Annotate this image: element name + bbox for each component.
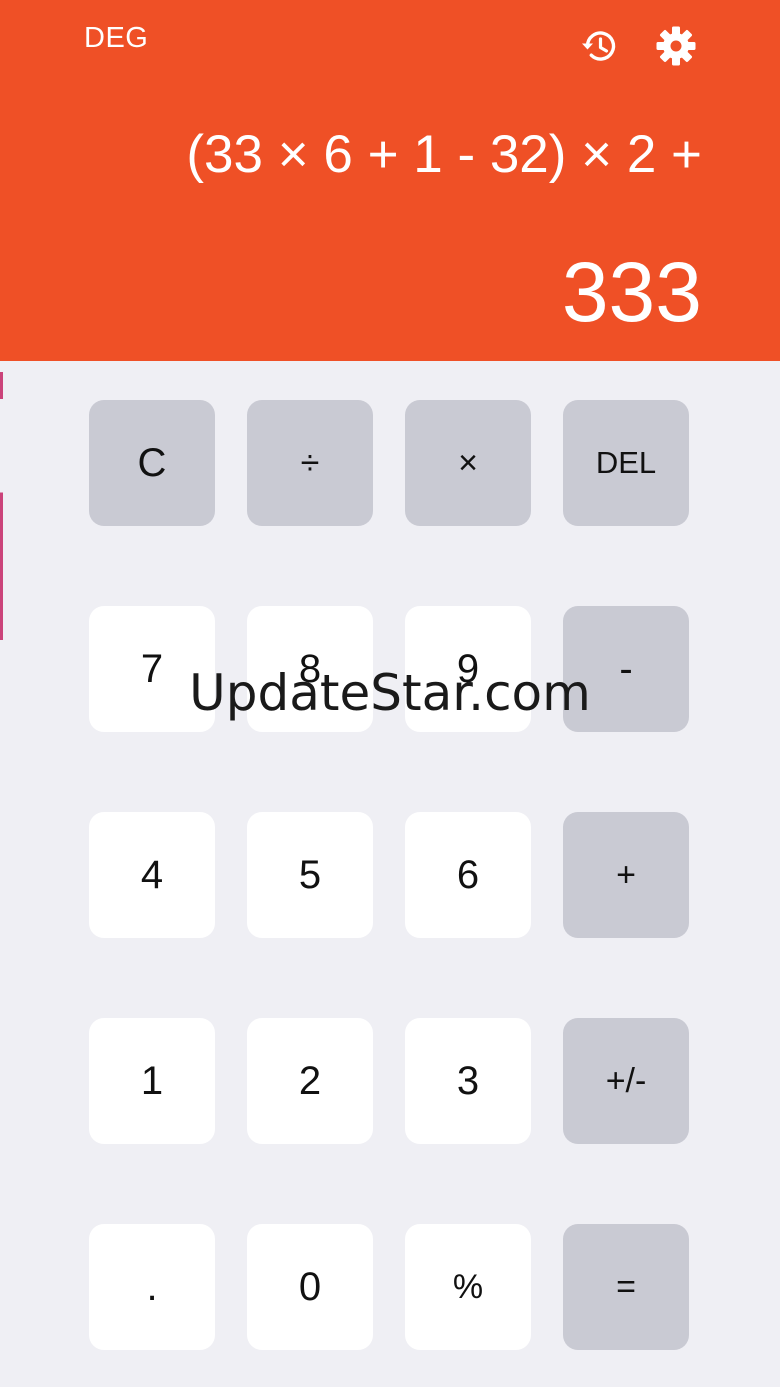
delete-button[interactable]: DEL bbox=[563, 400, 689, 526]
clear-button[interactable]: C bbox=[89, 400, 215, 526]
digit-8-button[interactable]: 8 bbox=[247, 606, 373, 732]
decimal-point-button[interactable]: . bbox=[89, 1224, 215, 1350]
negate-button[interactable]: +/- bbox=[563, 1018, 689, 1144]
subtract-button[interactable]: - bbox=[563, 606, 689, 732]
percent-button[interactable]: % bbox=[405, 1224, 531, 1350]
digit-7-button[interactable]: 7 bbox=[89, 606, 215, 732]
divide-button[interactable]: ÷ bbox=[247, 400, 373, 526]
angle-mode-label[interactable]: DEG bbox=[84, 22, 148, 55]
result-display: 333 bbox=[561, 245, 702, 339]
digit-9-button[interactable]: 9 bbox=[405, 606, 531, 732]
digit-4-button[interactable]: 4 bbox=[89, 812, 215, 938]
keypad: C ÷ × DEL 7 8 9 - 4 5 6 + 1 2 3 +/- . 0 … bbox=[89, 400, 689, 1352]
edge-indicator bbox=[0, 372, 3, 640]
add-button[interactable]: + bbox=[563, 812, 689, 938]
equals-button[interactable]: = bbox=[563, 1224, 689, 1350]
digit-3-button[interactable]: 3 bbox=[405, 1018, 531, 1144]
digit-0-button[interactable]: 0 bbox=[247, 1224, 373, 1350]
settings-icon[interactable] bbox=[654, 24, 698, 68]
digit-2-button[interactable]: 2 bbox=[247, 1018, 373, 1144]
multiply-button[interactable]: × bbox=[405, 400, 531, 526]
digit-6-button[interactable]: 6 bbox=[405, 812, 531, 938]
digit-5-button[interactable]: 5 bbox=[247, 812, 373, 938]
calculator-display: DEG (33 × 6 + 1 - 32) × 2 + 333 bbox=[0, 0, 780, 361]
history-icon[interactable] bbox=[577, 24, 621, 68]
digit-1-button[interactable]: 1 bbox=[89, 1018, 215, 1144]
expression-display: (33 × 6 + 1 - 32) × 2 + bbox=[186, 125, 702, 184]
